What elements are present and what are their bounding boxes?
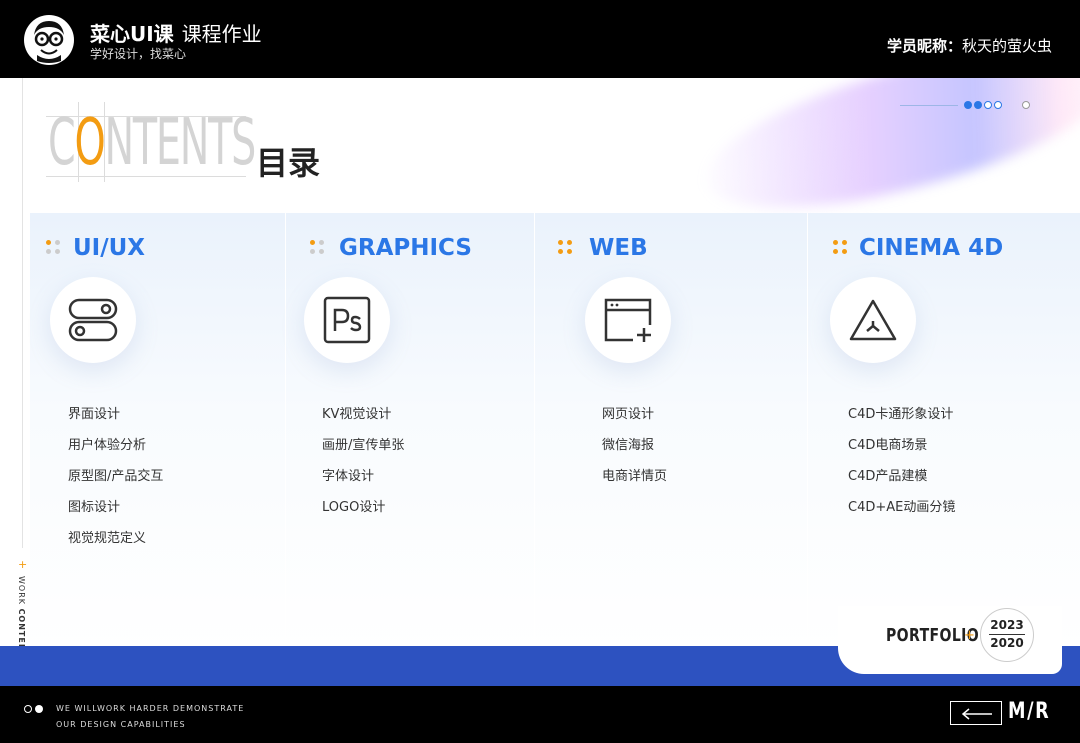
avatar <box>24 15 74 65</box>
page-dot-4[interactable] <box>994 101 1002 109</box>
category-list: C4D卡通形象设计 C4D电商场景 C4D产品建模 C4D+AE动画分镜 <box>848 406 955 530</box>
category-list: 界面设计 用户体验分析 原型图/产品交互 图标设计 视觉规范定义 <box>68 406 163 561</box>
main-panel: CONTENTS 目录 UI/UX 界面设计 用户体验分析 原型图/产品交互 图… <box>0 78 1080 686</box>
list-item[interactable]: C4D电商场景 <box>848 437 955 468</box>
category-list: 网页设计 微信海报 电商详情页 <box>602 406 667 499</box>
brand-name: 菜心UI课 <box>90 22 174 46</box>
contents-highlight-letter: O <box>74 106 105 180</box>
page-dot-1[interactable] <box>964 101 972 109</box>
brand-title: 菜心UI课 课程作业 <box>90 18 262 47</box>
list-item[interactable]: C4D卡通形象设计 <box>848 406 955 437</box>
avatar-face-icon <box>34 21 64 63</box>
category-list: KV视觉设计 画册/宣传单张 字体设计 LOGO设计 <box>322 406 404 530</box>
student-name: 秋天的萤火虫 <box>961 37 1052 55</box>
category-title: CINEMA 4D <box>859 235 1004 261</box>
contents-letter: C <box>48 106 76 180</box>
footer-dot-filled <box>35 705 43 713</box>
student-nickname: 学员昵称：秋天的萤火虫 <box>887 35 1052 56</box>
portfolio-plus: + <box>964 628 975 643</box>
arrow-left-icon <box>961 708 992 720</box>
list-item[interactable]: KV视觉设计 <box>322 406 404 437</box>
list-item[interactable]: 视觉规范定义 <box>68 530 163 561</box>
page-dot-2[interactable] <box>974 101 982 109</box>
list-item[interactable]: 网页设计 <box>602 406 667 437</box>
list-item[interactable]: 电商详情页 <box>602 468 667 499</box>
page-dot-3[interactable] <box>984 101 992 109</box>
footer-dot-outline <box>24 705 32 713</box>
footer-slogan-line1: WE WILLWORK HARDER DEMONSTRATE <box>56 704 245 713</box>
footer-logo: M/R <box>1008 699 1051 724</box>
dots-icon <box>310 240 326 256</box>
category-web: WEB 网页设计 微信海报 电商详情页 <box>535 213 807 653</box>
side-divider <box>22 78 23 548</box>
year-badge: 2023 2020 <box>980 608 1034 662</box>
side-label-work: WORK <box>17 576 26 606</box>
list-item[interactable]: C4D+AE动画分镜 <box>848 499 955 530</box>
list-item[interactable]: 原型图/产品交互 <box>68 468 163 499</box>
list-item[interactable]: 用户体验分析 <box>68 437 163 468</box>
back-button[interactable] <box>950 701 1002 725</box>
contents-heading: CONTENTS <box>48 106 256 180</box>
year-top: 2023 <box>990 618 1024 632</box>
browser-add-icon <box>585 277 671 363</box>
bottom-footer: WE WILLWORK HARDER DEMONSTRATE OUR DESIG… <box>0 686 1080 743</box>
pagination-dots <box>900 99 1040 111</box>
year-bottom: 2020 <box>989 634 1025 650</box>
page-title: 目录 <box>256 144 321 182</box>
page-dot-5[interactable] <box>1022 101 1030 109</box>
contents-letters: NTENTS <box>104 106 256 180</box>
course-label: 课程作业 <box>181 22 262 46</box>
category-uiux: UI/UX 界面设计 用户体验分析 原型图/产品交互 图标设计 视觉规范定义 <box>30 213 285 653</box>
list-item[interactable]: LOGO设计 <box>322 499 404 530</box>
category-graphics: GRAPHICS KV视觉设计 画册/宣传单张 字体设计 LOGO设计 <box>286 213 534 653</box>
cinema4d-icon <box>830 277 916 363</box>
category-title: UI/UX <box>73 235 146 261</box>
category-title: GRAPHICS <box>339 235 472 261</box>
dots-icon <box>833 240 849 256</box>
list-item[interactable]: 字体设计 <box>322 468 404 499</box>
top-header: 菜心UI课 课程作业 学好设计，找菜心 学员昵称：秋天的萤火虫 <box>0 0 1080 78</box>
pagination-line <box>900 105 958 106</box>
list-item[interactable]: C4D产品建模 <box>848 468 955 499</box>
list-item[interactable]: 微信海报 <box>602 437 667 468</box>
slogan: 学好设计，找菜心 <box>90 47 187 61</box>
side-label: WORK CONTENTS <box>17 576 26 665</box>
dots-icon <box>558 240 574 256</box>
list-item[interactable]: 图标设计 <box>68 499 163 530</box>
footer-slogan-line2: OUR DESIGN CAPABILITIES <box>56 720 186 729</box>
student-label: 学员昵称： <box>886 37 962 55</box>
side-plus: + <box>18 558 28 571</box>
category-title: WEB <box>589 235 648 261</box>
category-cinema4d: CINEMA 4D C4D卡通形象设计 C4D电商场景 C4D产品建模 C4D+… <box>808 213 1080 653</box>
dots-icon <box>46 240 62 256</box>
toggle-switch-icon <box>50 277 136 363</box>
list-item[interactable]: 界面设计 <box>68 406 163 437</box>
photoshop-icon <box>304 277 390 363</box>
list-item[interactable]: 画册/宣传单张 <box>322 437 404 468</box>
column-background <box>535 213 807 653</box>
